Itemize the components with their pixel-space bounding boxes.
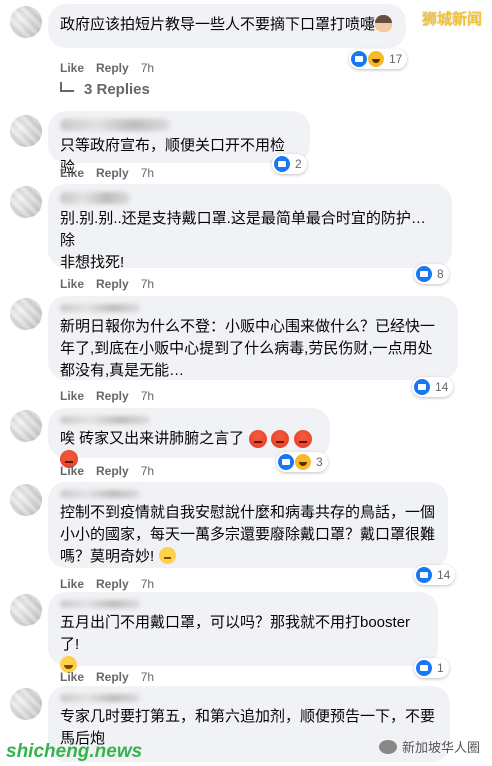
comment-time[interactable]: 7h [141,277,154,291]
commenter-name[interactable] [60,192,130,204]
comment-time[interactable]: 7h [141,166,154,180]
view-replies-link[interactable]: 3 Replies [60,81,150,98]
like-button[interactable]: Like [60,166,84,180]
like-button[interactable]: Like [60,389,84,403]
reaction-summary[interactable]: 8 [414,264,449,284]
comment-bubble: 五月出门不用戴口罩，可以吗？那我就不用打booster 了! [48,592,438,673]
like-button[interactable]: Like [60,670,84,684]
comment-actions: Like Reply 7h [60,464,154,478]
like-button[interactable]: Like [60,277,84,291]
avatar[interactable] [10,6,42,38]
reaction-summary[interactable]: 3 [276,452,328,472]
commenter-name[interactable] [60,600,140,608]
avatar[interactable] [10,688,42,720]
commenter-name[interactable] [60,694,140,702]
comment-actions: Like Reply 7h [60,61,154,75]
comment-time[interactable]: 7h [141,577,154,591]
comment-text: 唉 砖家又出来讲肺腑之言了 [60,430,245,447]
reaction-count: 14 [435,380,449,394]
comment-text: 政府应该拍短片教导一些人不要摘下口罩打喷嚏 [60,16,376,33]
comment-time[interactable]: 7h [141,389,154,403]
reply-button[interactable]: Reply [96,577,129,591]
reply-button[interactable]: Reply [96,670,129,684]
like-reaction-icon [274,156,290,172]
comment-bubble: 别.别.别..还是支持戴口罩.这是最简单最合时宜的防护…除 非想找死! [48,184,452,271]
comment-actions: Like Reply 7h [60,166,154,180]
comment-time[interactable]: 7h [141,61,154,75]
watermark-top: 狮城新闻 [421,11,482,28]
comment-text: 控制不到疫情就自我安慰說什麼和病毒共存的鳥話，一個 小小的國家，每天一萬多宗還要… [60,504,436,565]
reply-button[interactable]: Reply [96,389,129,403]
reaction-count: 17 [389,52,403,66]
commenter-name[interactable] [60,416,150,424]
avatar[interactable] [10,484,42,516]
reaction-count: 2 [295,157,302,171]
reaction-count: 1 [437,661,444,675]
comment-time[interactable]: 7h [141,670,154,684]
reaction-summary[interactable]: 17 [349,49,408,69]
comment-bubble: 只等政府宣布，顺便关口开不用检验 [48,111,310,176]
comment-bubble: 新明日報你为什么不登：小贩中心围来做什么？已经快一 年了,到底在小贩中心提到了什… [48,296,458,380]
reply-button[interactable]: Reply [96,277,129,291]
like-reaction-icon [278,454,294,470]
like-button[interactable]: Like [60,577,84,591]
comment-actions: Like Reply 7h [60,670,154,684]
like-reaction-icon [416,660,432,676]
comment-text: 五月出门不用戴口罩，可以吗？那我就不用打booster 了! [60,614,411,653]
comment-bubble: 政府应该拍短片教导一些人不要摘下口罩打喷嚏 [48,4,406,48]
woman-emoji-icon [375,15,393,32]
comment-text: 别.别.别..还是支持戴口罩.这是最简单最合时宜的防护…除 非想找死! [60,210,426,271]
reaction-count: 14 [437,568,451,582]
avatar[interactable] [10,594,42,626]
reply-arrow-icon [60,82,74,92]
watermark-bottom-left: shicheng.news [6,741,143,762]
avatar[interactable] [10,115,42,147]
sweat-smile-emoji-icon [158,547,176,564]
like-reaction-icon [351,51,367,67]
like-reaction-icon [416,567,432,583]
reaction-count: 8 [437,267,444,281]
commenter-name[interactable] [60,119,170,131]
like-button[interactable]: Like [60,464,84,478]
commenter-name[interactable] [60,304,140,312]
reaction-summary[interactable]: 14 [412,377,454,397]
comment-time[interactable]: 7h [141,464,154,478]
comment-text: 新明日報你为什么不登：小贩中心围来做什么？已经快一 年了,到底在小贩中心提到了什… [60,318,436,379]
reply-button[interactable]: Reply [96,464,129,478]
haha-reaction-icon [295,454,311,470]
comment-actions: Like Reply 7h [60,389,154,403]
haha-reaction-icon [368,51,384,67]
reaction-summary[interactable]: 1 [414,658,449,678]
watermark-bottom-right: 新加坡华人圈 [378,737,480,756]
comment-bubble: 唉 砖家又出来讲肺腑之言了 [48,408,330,468]
reaction-summary[interactable]: 14 [414,565,456,585]
angry-emoji-icon [248,429,267,448]
comment-actions: Like Reply 7h [60,577,154,591]
reaction-summary[interactable]: 2 [272,154,307,174]
avatar[interactable] [10,410,42,442]
angry-emoji-icon [293,429,312,448]
reply-button[interactable]: Reply [96,61,129,75]
angry-emoji-icon [271,429,290,448]
avatar[interactable] [10,186,42,218]
like-reaction-icon [416,266,432,282]
reply-button[interactable]: Reply [96,166,129,180]
like-button[interactable]: Like [60,61,84,75]
like-reaction-icon [414,379,430,395]
reaction-count: 3 [316,455,323,469]
avatar[interactable] [10,298,42,330]
commenter-name[interactable] [60,490,140,498]
comment-actions: Like Reply 7h [60,277,154,291]
wechat-icon [378,739,397,754]
comment-bubble: 控制不到疫情就自我安慰說什麼和病毒共存的鳥話，一個 小小的國家，每天一萬多宗還要… [48,482,448,568]
